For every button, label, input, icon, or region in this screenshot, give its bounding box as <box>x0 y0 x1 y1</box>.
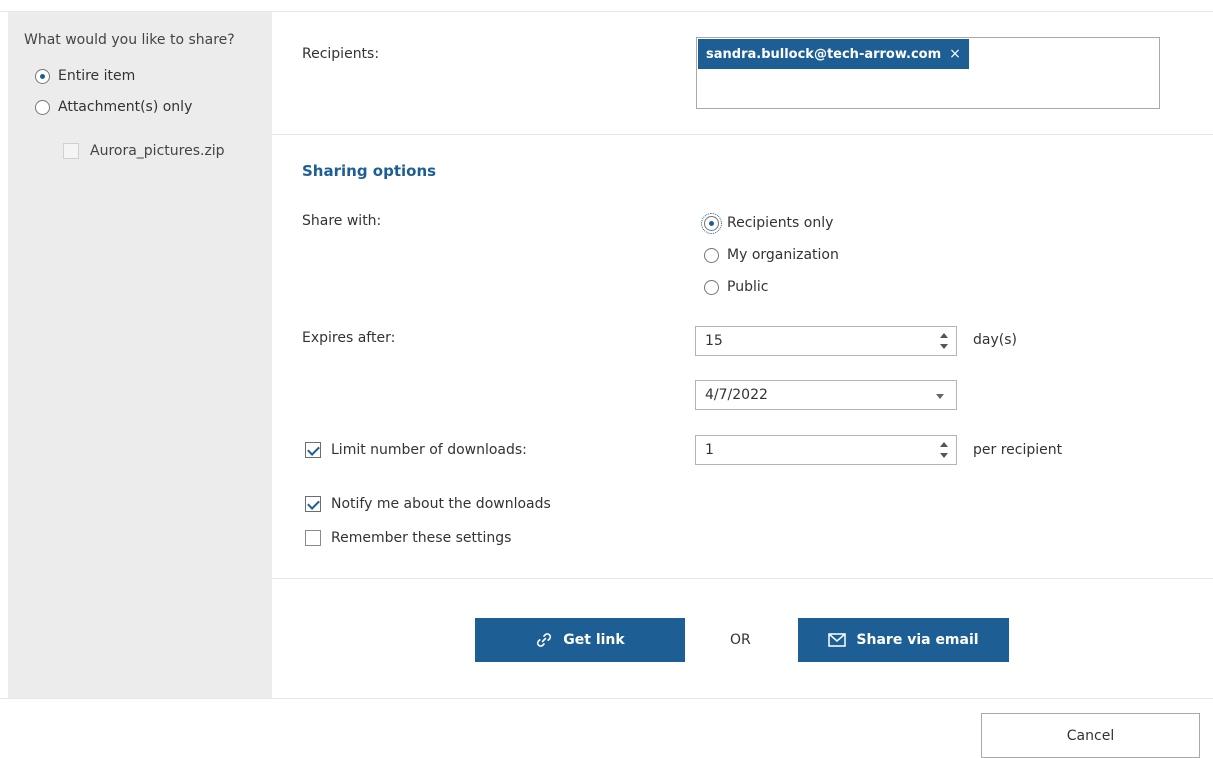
divider <box>272 578 1213 579</box>
share-scope-panel: What would you like to share? Entire ite… <box>8 12 272 698</box>
remember-settings-checkbox[interactable] <box>305 530 321 546</box>
radio-label: My organization <box>727 247 839 263</box>
get-link-button[interactable]: Get link <box>475 618 685 662</box>
cancel-button[interactable]: Cancel <box>981 713 1200 758</box>
radio-button-icon[interactable] <box>35 99 50 115</box>
share-via-email-button[interactable]: Share via email <box>798 618 1009 662</box>
limit-downloads-row[interactable]: Limit number of downloads: <box>305 442 527 458</box>
limit-downloads-checkbox[interactable] <box>305 442 321 458</box>
radio-public[interactable]: Public <box>704 279 768 295</box>
cancel-label: Cancel <box>1066 728 1115 744</box>
share-with-label: Share with: <box>302 213 382 229</box>
notify-downloads-checkbox[interactable] <box>305 496 321 512</box>
remove-recipient-icon[interactable]: × <box>949 46 961 62</box>
bottom-divider <box>0 698 1213 699</box>
recipient-email: sandra.bullock@tech-arrow.com <box>706 46 942 62</box>
remember-settings-label: Remember these settings <box>331 530 512 546</box>
download-limit-unit: per recipient <box>973 442 1063 458</box>
notify-downloads-label: Notify me about the downloads <box>331 496 551 512</box>
radio-entire-item[interactable]: Entire item <box>35 68 135 84</box>
divider <box>272 134 1213 135</box>
sharing-form: Recipients: sandra.bullock@tech-arrow.co… <box>272 12 1213 698</box>
envelope-icon <box>828 633 847 647</box>
attachment-checkbox-row: Aurora_pictures.zip <box>63 143 225 159</box>
radio-label: Public <box>727 279 769 295</box>
expires-days-value: 15 <box>705 333 723 349</box>
or-separator: OR <box>730 632 751 648</box>
download-limit-stepper[interactable]: 1 <box>695 435 957 465</box>
expires-label: Expires after: <box>302 330 396 346</box>
share-via-email-label: Share via email <box>856 632 979 648</box>
chevron-down-icon[interactable] <box>936 394 944 399</box>
expiry-date-select[interactable]: 4/7/2022 <box>695 380 957 410</box>
recipients-label: Recipients: <box>302 46 380 62</box>
radio-button-icon[interactable] <box>35 68 50 84</box>
remember-settings-row[interactable]: Remember these settings <box>305 530 511 546</box>
notify-downloads-row[interactable]: Notify me about the downloads <box>305 496 551 512</box>
download-limit-value: 1 <box>705 442 714 458</box>
radio-button-icon[interactable] <box>704 247 719 263</box>
attachment-checkbox <box>63 143 79 159</box>
link-icon <box>537 633 552 647</box>
spinner-arrows-icon[interactable] <box>940 442 948 458</box>
expires-unit: day(s) <box>973 332 1017 348</box>
recipients-input[interactable]: sandra.bullock@tech-arrow.com × <box>696 37 1160 109</box>
radio-recipients-only[interactable]: Recipients only <box>701 212 834 234</box>
radio-my-organization[interactable]: My organization <box>704 247 839 263</box>
radio-label: Recipients only <box>727 215 834 231</box>
expiry-date-value: 4/7/2022 <box>705 387 768 403</box>
share-scope-title: What would you like to share? <box>24 32 235 48</box>
radio-button-icon[interactable] <box>704 279 719 295</box>
attachment-label: Aurora_pictures.zip <box>90 143 225 159</box>
sharing-options-heading: Sharing options <box>302 162 437 180</box>
radio-label: Attachment(s) only <box>58 99 193 115</box>
spinner-arrows-icon[interactable] <box>940 333 948 349</box>
radio-attachments-only[interactable]: Attachment(s) only <box>35 99 192 115</box>
radio-label: Entire item <box>58 68 136 84</box>
get-link-label: Get link <box>563 632 625 648</box>
recipient-chip[interactable]: sandra.bullock@tech-arrow.com × <box>698 39 969 69</box>
radio-button-icon[interactable] <box>701 212 722 234</box>
expires-days-stepper[interactable]: 15 <box>695 326 957 356</box>
limit-downloads-label: Limit number of downloads: <box>331 442 527 458</box>
